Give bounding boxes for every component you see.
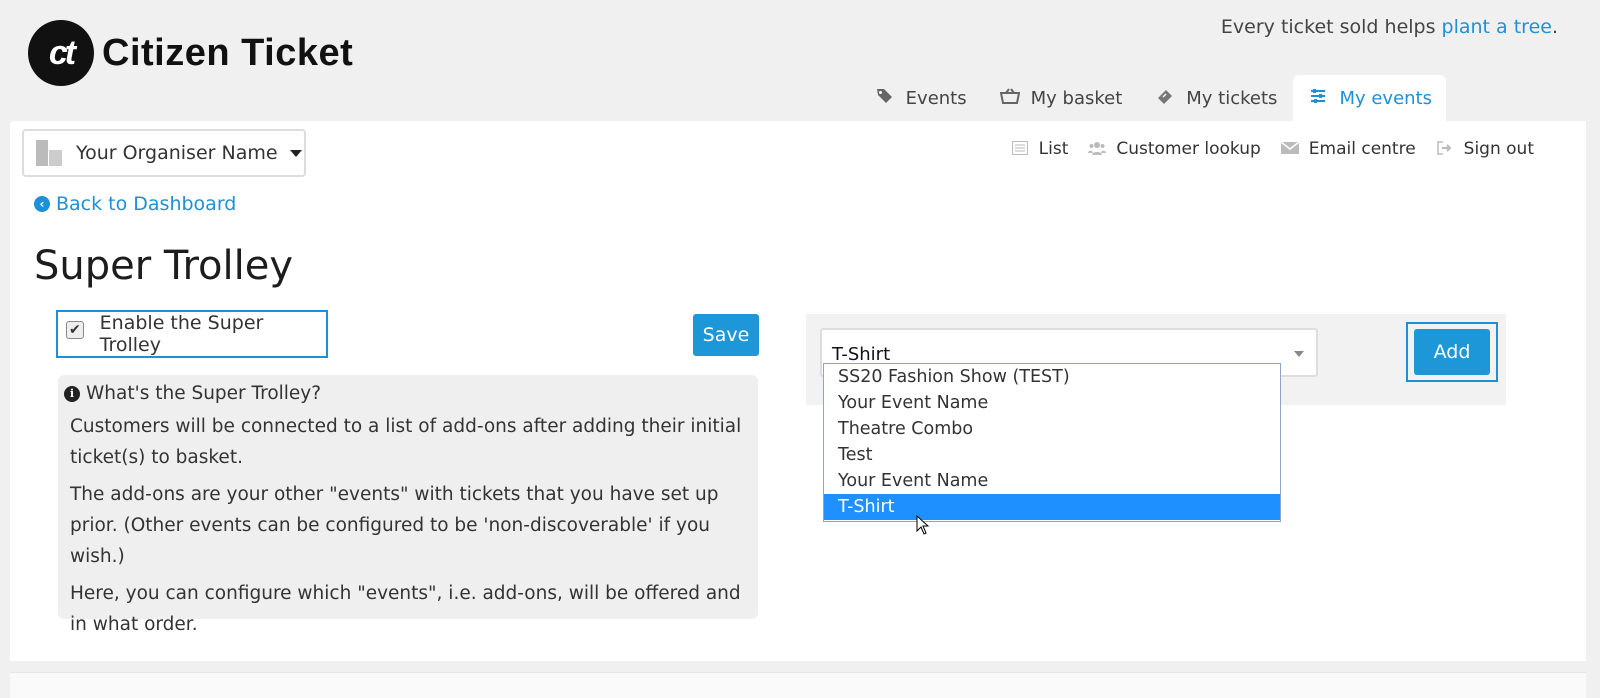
building-icon: [36, 140, 62, 166]
dropdown-option[interactable]: Your Event Name: [824, 468, 1280, 494]
tagline-suffix: .: [1551, 16, 1558, 38]
dropdown-option-selected[interactable]: T-Shirt: [824, 494, 1280, 520]
tags-icon: [874, 88, 896, 108]
enable-super-trolley-toggle[interactable]: ✔ Enable the Super Trolley: [56, 310, 328, 358]
back-to-dashboard-link[interactable]: ‹ Back to Dashboard: [34, 193, 236, 215]
enable-checkbox[interactable]: ✔: [66, 321, 84, 339]
add-button[interactable]: Add: [1414, 329, 1490, 375]
arrow-circle-left-icon: ‹: [34, 196, 50, 212]
users-icon: [1088, 140, 1107, 159]
logo-text: Citizen Ticket: [102, 31, 354, 74]
enable-label: Enable the Super Trolley: [99, 312, 264, 356]
dropdown-option[interactable]: Your Event Name: [824, 390, 1280, 416]
caret-down-icon: [1294, 351, 1304, 357]
info-paragraph-3: Here, you can configure which "events", …: [70, 583, 741, 635]
super-trolley-info: i What's the Super Trolley? Customers wi…: [58, 375, 758, 635]
ticket-icon: [1154, 88, 1176, 108]
basket-icon: [999, 88, 1021, 108]
sub-nav-email-centre-label: Email centre: [1308, 139, 1416, 159]
tab-events-label: Events: [905, 87, 967, 109]
sub-nav-customer-lookup[interactable]: Customer lookup: [1088, 139, 1261, 159]
info-title: i What's the Super Trolley?: [64, 381, 746, 407]
dropdown-option[interactable]: SS20 Fashion Show (TEST): [824, 364, 1280, 390]
dropdown-option[interactable]: Test: [824, 442, 1280, 468]
sub-nav-customer-lookup-label: Customer lookup: [1116, 139, 1261, 159]
logo-mark: ct: [28, 20, 94, 86]
back-link-label: Back to Dashboard: [56, 193, 237, 215]
info-title-text: What's the Super Trolley?: [86, 383, 322, 404]
main-panel: Your Organiser Name List Customer lookup…: [10, 121, 1586, 661]
tab-my-basket-label: My basket: [1030, 87, 1123, 109]
sub-nav-sign-out[interactable]: Sign out: [1436, 139, 1534, 159]
sub-nav: List Customer lookup Email centre Sign o…: [991, 139, 1534, 159]
footer-strip: [10, 672, 1586, 698]
caret-down-icon: [289, 149, 302, 157]
info-circle-icon: i: [64, 386, 80, 402]
sub-nav-list-label: List: [1038, 139, 1069, 159]
sub-nav-list[interactable]: List: [1011, 139, 1069, 159]
tab-my-basket[interactable]: My basket: [983, 75, 1139, 121]
tagline-prefix: Every ticket sold helps: [1220, 16, 1442, 38]
dropdown-option[interactable]: Theatre Combo: [824, 416, 1280, 442]
event-select-dropdown: SS20 Fashion Show (TEST) Your Event Name…: [823, 363, 1281, 522]
tab-my-events-label: My events: [1339, 87, 1432, 109]
tab-my-events[interactable]: My events: [1293, 75, 1446, 121]
envelope-icon: [1280, 140, 1300, 159]
mouse-cursor-icon: [916, 515, 930, 535]
info-paragraph-2: The add-ons are your other "events" with…: [70, 484, 719, 567]
tab-my-tickets[interactable]: My tickets: [1138, 75, 1293, 121]
main-nav: Events My basket My tickets My events: [858, 75, 1446, 121]
event-select-value: T-Shirt: [832, 344, 891, 365]
sliders-icon: [1307, 88, 1329, 108]
organiser-name: Your Organiser Name: [76, 142, 278, 164]
page-title: Super Trolley: [34, 243, 294, 289]
list-icon: [1011, 140, 1029, 159]
tagline: Every ticket sold helps plant a tree.: [1221, 16, 1558, 38]
citizen-ticket-logo[interactable]: ct Citizen Ticket: [28, 20, 353, 86]
sub-nav-email-centre[interactable]: Email centre: [1280, 139, 1416, 159]
sub-nav-sign-out-label: Sign out: [1463, 139, 1534, 159]
info-paragraph-1: Customers will be connected to a list of…: [70, 416, 742, 468]
organiser-select[interactable]: Your Organiser Name: [22, 129, 306, 177]
save-button[interactable]: Save: [693, 314, 759, 356]
tab-my-tickets-label: My tickets: [1186, 87, 1278, 109]
add-button-focus-ring: Add: [1406, 322, 1498, 382]
sign-out-icon: [1436, 140, 1454, 159]
plant-a-tree-link[interactable]: plant a tree: [1442, 16, 1552, 38]
tab-events[interactable]: Events: [858, 75, 983, 121]
